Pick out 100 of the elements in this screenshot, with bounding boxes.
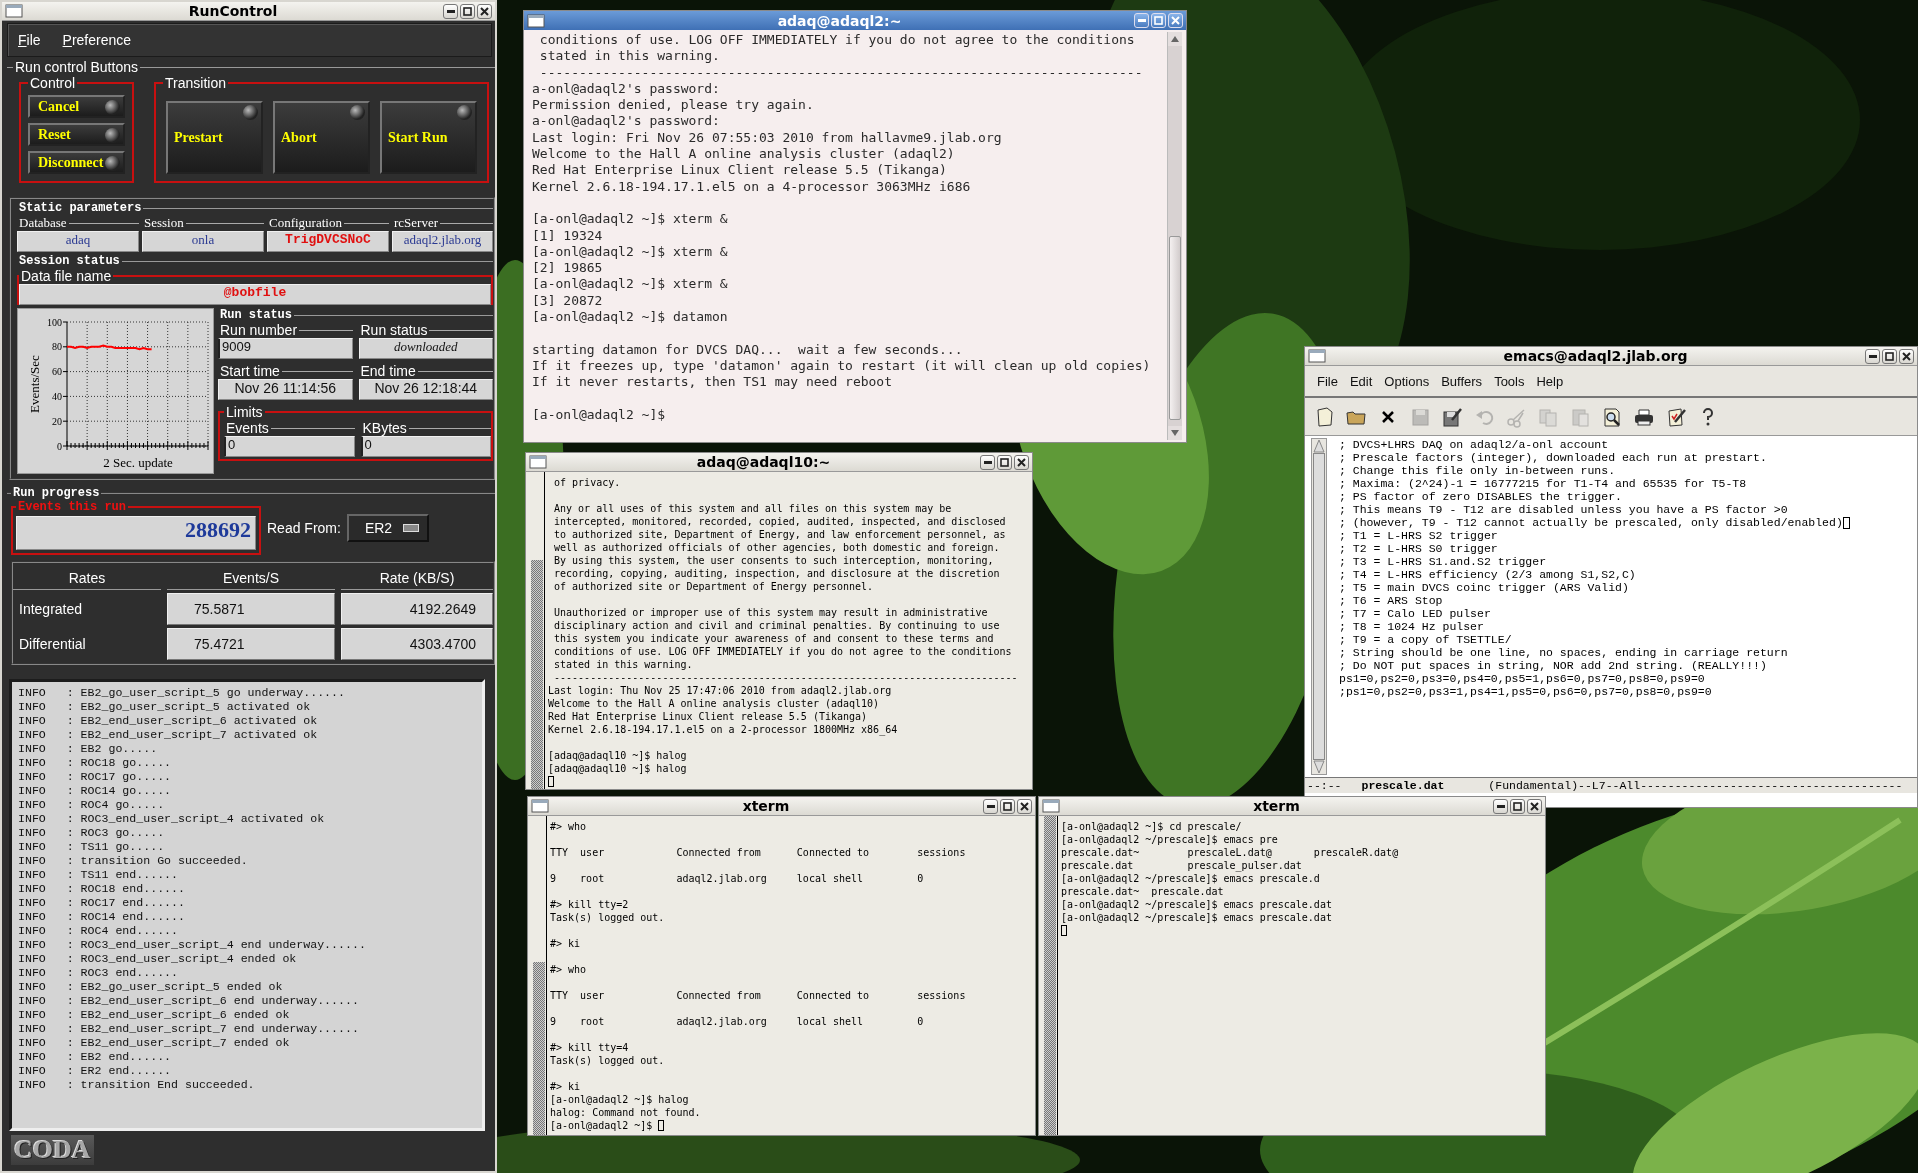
scroll-down-button[interactable] [1313,760,1325,774]
text-line: ; T1 = L-HRS S2 trigger [1339,529,1498,542]
terminal-line: prescale.dat~ prescale.dat [1061,885,1224,898]
minimize-button[interactable] [443,3,458,19]
menu-item[interactable]: Buffers [1441,373,1483,389]
scrollbar[interactable] [532,816,547,1135]
log-line: INFO : ROC18 end...... [18,882,186,896]
terminal-line: starting datamon for DVCS DAQ... wait a few seconds... [532,341,963,358]
terminal-line: [a-onl@adaql2 ~]$ xterm & [532,211,728,228]
terminal-line: Last login: Fri Nov 26 07:55:03 2010 from hallavme9.jlab.org [532,129,1002,147]
log-line: INFO : ROC3_end_user_script_4 activated ok [18,812,326,826]
menu-item[interactable]: Tools [1494,373,1525,389]
menu-item[interactable]: Options [1384,373,1430,389]
group-title: Session status [18,254,121,268]
terminal-line: [2] 19865 [532,260,603,277]
minimize-button[interactable] [1865,348,1880,364]
window-icon[interactable] [5,4,23,18]
scrollbar-thumb[interactable] [1169,236,1181,420]
option-menu[interactable]: ER2 [346,513,429,542]
value-field: 288692 [16,516,256,550]
terminal-line: this system you indicate your awareness of and consent to these terms and [553,632,994,645]
window-icon[interactable] [1042,799,1060,813]
terminal-line: Task(s) logged out. [550,1054,665,1067]
menu-item[interactable]: Help [1536,373,1564,389]
close-button[interactable] [1899,348,1914,364]
minimize-button[interactable] [1493,798,1508,814]
control-button[interactable]: Abort [273,101,370,174]
text-line: ; Change this file only in-between runs. [1339,464,1616,477]
tick-label: 20 [52,415,62,427]
maximize-button[interactable] [997,454,1012,470]
maximize-button[interactable] [1882,348,1897,364]
scrollbar[interactable] [530,472,545,789]
text-line: ; PS factor of zero DISABLES the trigger. [1339,490,1622,503]
group-title: Transition [164,75,227,91]
window-icon[interactable] [529,455,547,469]
minimize-icon [983,460,992,464]
log-line: INFO : ROC18 go..... [18,756,173,770]
scrollbar-thumb[interactable] [533,962,545,1135]
column-header: Rate (KB/S) [341,567,493,590]
search-icon[interactable] [1601,405,1623,428]
maximize-button[interactable] [460,3,475,19]
log-line: INFO : ROC17 end...... [18,896,186,910]
control-button[interactable]: Disconnect [28,151,125,174]
scrollbar[interactable] [1168,46,1182,426]
cursor [1061,925,1067,936]
menu-item[interactable]: File [18,32,41,48]
close-button[interactable] [1014,454,1029,470]
input-field[interactable]: 0 [224,436,355,457]
menu-item[interactable]: Edit [1349,373,1373,389]
checklist-icon[interactable] [1665,405,1687,428]
window-icon[interactable] [1308,349,1326,363]
control-button[interactable]: Start Run [380,101,477,174]
scrollbar-thumb[interactable] [531,560,543,789]
control-button[interactable]: Prestart [166,101,263,174]
close-button[interactable] [477,3,492,19]
control-button[interactable]: Reset [28,123,125,146]
value-field: @bobfile [19,284,491,305]
log-line: INFO : transition Go succeeded. [18,854,249,868]
terminal-line: Red Hat Enterprise Linux Client release 5.5 (Tikanga) [548,710,868,723]
field-label: Configuration [268,215,343,231]
menu-item[interactable]: File [1317,373,1338,389]
minimize-button[interactable] [980,454,995,470]
close-button[interactable] [1527,798,1542,814]
terminal-line: [a-onl@adaql2 ~]$ xterm & [532,276,728,293]
terminal-line: Task(s) logged out. [550,911,665,924]
close-icon [480,6,489,16]
terminal-line: recording, copying, auditing, inspection, and disclosure at the discretion [553,567,1000,580]
group-title: Run control Buttons [14,59,139,75]
window-icon[interactable] [531,799,549,813]
log-line: INFO : EB2_go_user_script_5 ended ok [18,980,284,994]
text-line: ; T8 = 1024 Hz pulser [1339,620,1484,633]
input-field[interactable]: 0 [360,436,491,457]
scroll-up-button[interactable] [1313,439,1325,453]
group-title: Run progress [12,486,101,500]
menu-item[interactable]: Preference [62,32,132,48]
input-field[interactable]: 9009 [218,338,353,359]
control-button[interactable]: Cancel [28,95,125,118]
terminal-line: [a-onl@adaql2 ~]$ cd prescale/ [1061,820,1242,833]
scrollbar[interactable] [1311,438,1327,775]
terminal-line: [a-onl@adaql2 ~]$ xterm & [532,243,728,261]
window-title: emacs@adaql2.jlab.org [1502,348,1689,364]
close-button[interactable] [1017,798,1032,814]
text-line: ; DVCS+LHRS DAQ on adaql2/a-onl account [1339,438,1609,451]
maximize-button[interactable] [1510,798,1525,814]
cursor [548,776,554,787]
log-line: INFO : transition End succeeded. [18,1078,256,1092]
maximize-button[interactable] [1000,798,1015,814]
logo: CODA [11,1135,94,1165]
text-line: ; T4 = L-HRS efficiency (2/3 among S1,S2,C) [1339,568,1636,581]
terminal-line: [a-onl@adaql2 ~/prescale]$ emacs prescale.d [1061,872,1320,885]
terminal-line: halog: Command not found. [550,1106,701,1119]
close-icon [1020,801,1029,811]
group-title: Control [29,75,77,91]
value-field: Nov 26 12:18:44 [358,379,493,400]
window-icon[interactable] [527,13,545,28]
terminal-line: [a-onl@adaql2 ~/prescale]$ emacs pre [1061,833,1278,846]
minimize-button[interactable] [983,798,998,814]
terminal-line: [a-onl@adaql2 ~]$ datamon [532,309,728,326]
terminal-line: Any or all uses of this system and all files on this system may be [553,502,952,515]
terminal-line: intercepted, monitored, recorded, copied, audited, inspected, and disclosed [553,515,1006,528]
